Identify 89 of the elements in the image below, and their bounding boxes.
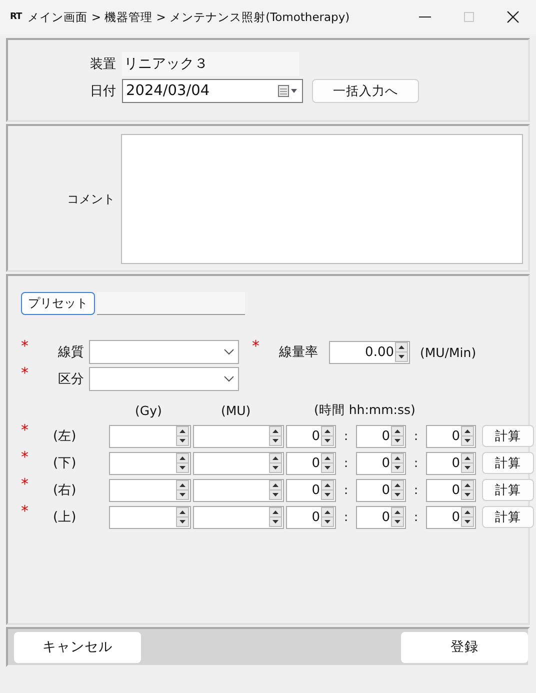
category-label: 区分 xyxy=(57,371,85,388)
spinner-icon[interactable] xyxy=(176,507,189,527)
time-field[interactable]: 0 xyxy=(426,478,476,502)
time-field[interactable]: 0 xyxy=(426,452,476,474)
dose-mu-field[interactable] xyxy=(193,424,284,448)
close-icon[interactable] xyxy=(507,11,519,23)
time-field[interactable]: 0 xyxy=(286,452,336,474)
time-field[interactable]: 0 xyxy=(286,424,336,448)
time-separator: : xyxy=(412,483,420,497)
required-mark: * xyxy=(21,339,30,353)
column-header: (時間 hh:mm:ss) xyxy=(313,402,416,418)
dose-rate-label: 線量率 xyxy=(279,344,319,361)
column-header: (MU) xyxy=(220,402,252,418)
calculate-button[interactable]: 計算 xyxy=(482,479,534,501)
spinner-icon[interactable] xyxy=(395,342,408,362)
spinner-icon[interactable] xyxy=(321,507,334,527)
required-mark: * xyxy=(21,450,30,464)
device-label: 装置 xyxy=(89,56,117,73)
dose-gy-field[interactable] xyxy=(109,424,191,448)
spinner-icon[interactable] xyxy=(321,480,334,500)
column-header: (Gy) xyxy=(134,402,163,418)
spinner-icon[interactable] xyxy=(269,453,282,473)
time-field[interactable]: 0 xyxy=(356,478,406,502)
spinner-icon[interactable] xyxy=(176,426,189,446)
time-separator: : xyxy=(342,456,350,470)
time-field[interactable]: 0 xyxy=(356,424,406,448)
calculate-button[interactable]: 計算 xyxy=(482,506,534,528)
minimize-icon[interactable] xyxy=(419,16,431,18)
spinner-icon[interactable] xyxy=(461,507,474,527)
dose-gy-field[interactable] xyxy=(109,506,191,528)
calendar-icon[interactable] xyxy=(278,85,298,97)
direction-label: (左) xyxy=(52,428,78,445)
chevron-down-icon xyxy=(224,349,234,355)
time-separator: : xyxy=(342,510,350,524)
spinner-icon[interactable] xyxy=(269,507,282,527)
preset-button[interactable]: プリセット xyxy=(21,292,95,315)
calculate-button[interactable]: 計算 xyxy=(482,425,534,447)
calculate-button[interactable]: 計算 xyxy=(482,452,534,474)
date-picker[interactable]: 2024/03/04 xyxy=(122,79,303,103)
time-field[interactable]: 0 xyxy=(356,452,406,474)
dose-mu-field[interactable] xyxy=(193,506,284,528)
chevron-down-icon xyxy=(224,376,234,382)
spinner-icon[interactable] xyxy=(391,453,404,473)
bulk-input-button[interactable]: 一括入力へ xyxy=(312,79,419,103)
time-separator: : xyxy=(342,429,350,443)
time-field[interactable]: 0 xyxy=(426,424,476,448)
spinner-icon[interactable] xyxy=(461,426,474,446)
required-mark: * xyxy=(21,423,30,437)
dose-rate-field[interactable]: 0.00 xyxy=(329,340,410,364)
dose-mu-field[interactable] xyxy=(193,478,284,502)
spinner-icon[interactable] xyxy=(391,480,404,500)
beam-quality-label: 線質 xyxy=(57,344,85,361)
required-mark: * xyxy=(252,339,260,353)
time-field[interactable]: 0 xyxy=(356,506,406,528)
device-value: リニアック３ xyxy=(122,52,299,76)
time-field[interactable]: 0 xyxy=(286,478,336,502)
date-label: 日付 xyxy=(89,83,117,100)
comment-label: コメント xyxy=(66,190,115,208)
window-title: メイン画面 > 機器管理 > メンテナンス照射(Tomotherapy) xyxy=(28,10,350,24)
dose-mu-field[interactable] xyxy=(193,452,284,474)
time-field[interactable]: 0 xyxy=(286,506,336,528)
time-separator: : xyxy=(342,483,350,497)
spinner-icon[interactable] xyxy=(269,480,282,500)
required-mark: * xyxy=(21,477,30,491)
time-field[interactable]: 0 xyxy=(426,506,476,528)
direction-label: (下) xyxy=(52,455,78,472)
time-separator: : xyxy=(412,456,420,470)
cancel-button[interactable]: キャンセル xyxy=(14,632,141,662)
spinner-icon[interactable] xyxy=(176,453,189,473)
direction-label: (右) xyxy=(52,482,78,499)
app-logo: RT xyxy=(10,12,22,22)
time-separator: : xyxy=(412,510,420,524)
spinner-icon[interactable] xyxy=(391,507,404,527)
spinner-icon[interactable] xyxy=(321,453,334,473)
required-mark: * xyxy=(21,504,30,518)
required-mark: * xyxy=(21,366,30,380)
register-button[interactable]: 登録 xyxy=(401,632,528,662)
comment-field[interactable] xyxy=(121,134,523,264)
dose-gy-field[interactable] xyxy=(109,452,191,474)
spinner-icon[interactable] xyxy=(391,426,404,446)
time-separator: : xyxy=(412,429,420,443)
spinner-icon[interactable] xyxy=(321,426,334,446)
spinner-icon[interactable] xyxy=(176,480,189,500)
dose-gy-field[interactable] xyxy=(109,478,191,502)
dose-rate-unit: (MU/Min) xyxy=(420,344,476,360)
spinner-icon[interactable] xyxy=(461,480,474,500)
direction-label: (上) xyxy=(52,509,78,526)
spinner-icon[interactable] xyxy=(269,426,282,446)
spinner-icon[interactable] xyxy=(461,453,474,473)
